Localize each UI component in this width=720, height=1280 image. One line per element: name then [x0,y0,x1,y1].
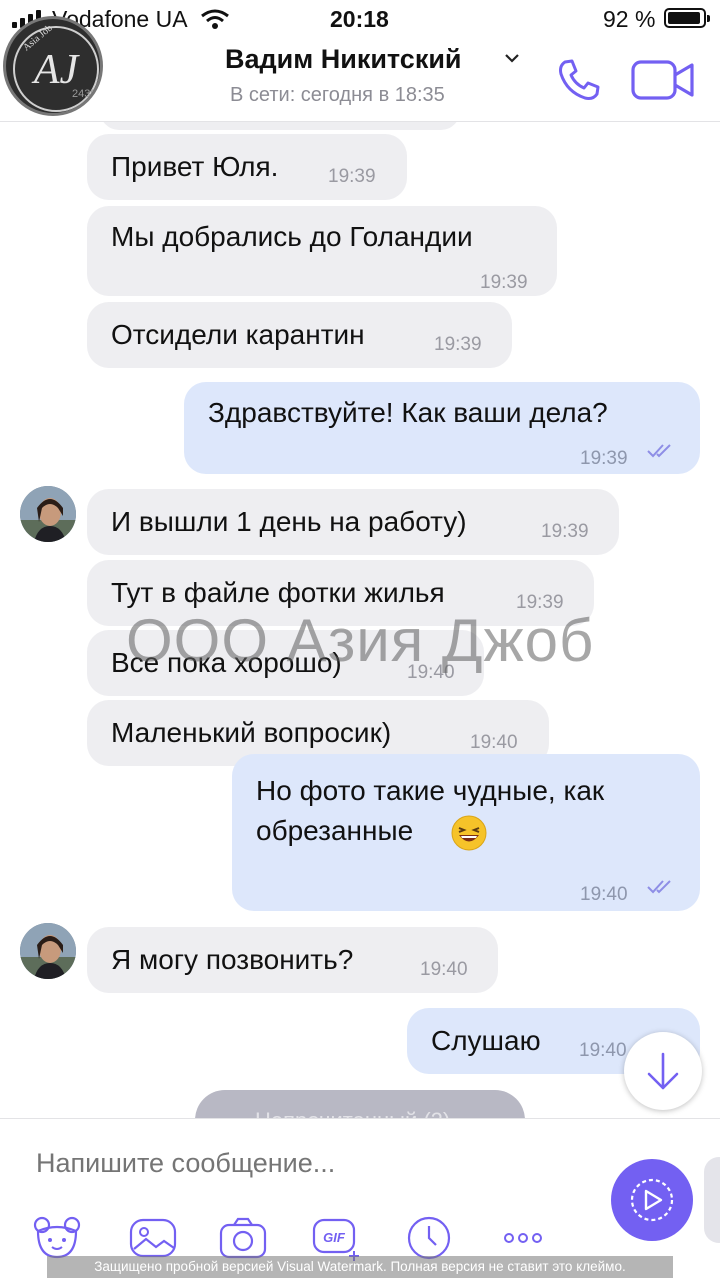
sticker-bear-icon[interactable] [32,1215,82,1261]
company-logo: AJ Asia Job 2439 [3,16,103,116]
message-time: 19:40 [580,884,628,905]
message-text: Мы добрались до Голандии [111,221,473,252]
message-bubble[interactable]: Мы добрались до Голандии 19:39 [87,206,557,296]
message-bubble-outgoing[interactable]: Здравствуйте! Как ваши дела? 19:39 [184,382,700,474]
message-time: 19:39 [480,272,528,293]
message-time: 19:40 [579,1040,627,1061]
unread-pill-label: Непрочитанный (2) [255,1108,450,1118]
contact-avatar[interactable] [20,923,76,979]
watermark-notice: Защищено пробной версией Visual Watermar… [47,1256,673,1278]
message-text: Отсидели карантин [111,319,365,350]
message-time: 19:40 [420,959,468,980]
camera-icon[interactable] [218,1215,268,1261]
play-send-icon [630,1178,674,1222]
message-time: 19:39 [580,448,628,469]
message-text: Привет Юля. [111,151,279,182]
battery-percent: 92 % [603,6,656,32]
message-bubble[interactable]: Привет Юля. 19:39 [87,134,407,200]
avatar-photo-icon [20,486,76,542]
message-bubble[interactable]: Отсидели карантин 19:39 [87,302,512,368]
message-bubble-outgoing[interactable]: Но фото такие чудные, как обрезанные 19:… [232,754,700,911]
message-input[interactable] [36,1143,576,1183]
phone-icon[interactable] [555,56,603,104]
contact-name[interactable]: Вадим Никитский [225,44,462,75]
message-text-line: Но фото такие чудные, как [256,775,605,806]
gallery-icon[interactable] [128,1215,178,1261]
message-bubble[interactable]: И вышли 1 день на работу) 19:39 [87,489,619,555]
message-text: Маленький вопросик) [111,717,392,748]
avatar-photo-icon [20,923,76,979]
message-text-line: обрезанные [256,815,414,846]
unread-messages-pill[interactable]: Непрочитанный (2) [195,1090,525,1118]
scroll-down-button[interactable] [624,1032,702,1110]
message-bubble-partial [100,122,460,130]
message-bubble[interactable]: Я могу позвонить? 19:40 [87,927,498,993]
battery-icon [664,8,710,28]
message-text: И вышли 1 день на работу) [111,506,467,537]
chevron-down-icon[interactable] [504,52,520,64]
read-ticks-icon [647,880,671,894]
laughing-emoji-icon [451,815,487,851]
contact-avatar[interactable] [20,486,76,542]
send-button[interactable] [611,1159,693,1241]
chat-header: Вадим Никитский В сети: сегодня в 18:35 [0,40,720,122]
message-text: Я могу позвонить? [111,944,354,975]
message-text: Слушаю [431,1025,541,1056]
gif-icon[interactable]: GIF [312,1215,362,1261]
logo-letters: AJ [31,47,81,93]
gif-label: GIF [323,1230,346,1245]
arrow-down-icon [647,1052,679,1090]
send-side-panel [704,1157,720,1243]
read-ticks-icon [647,444,671,458]
wifi-icon [201,9,229,29]
clock-icon[interactable] [404,1215,454,1261]
watermark-text: ООО Азия Джоб [126,607,595,674]
message-text: Здравствуйте! Как ваши дела? [208,397,608,428]
message-time: 19:39 [328,166,376,187]
message-time: 19:39 [541,521,589,542]
message-time: 19:39 [434,334,482,355]
status-bar: Vodafone UA 20:18 92 % [0,0,720,40]
video-camera-icon[interactable] [630,58,696,102]
contact-status: В сети: сегодня в 18:35 [230,84,445,106]
more-icon[interactable] [498,1215,548,1261]
status-time: 20:18 [330,6,389,32]
